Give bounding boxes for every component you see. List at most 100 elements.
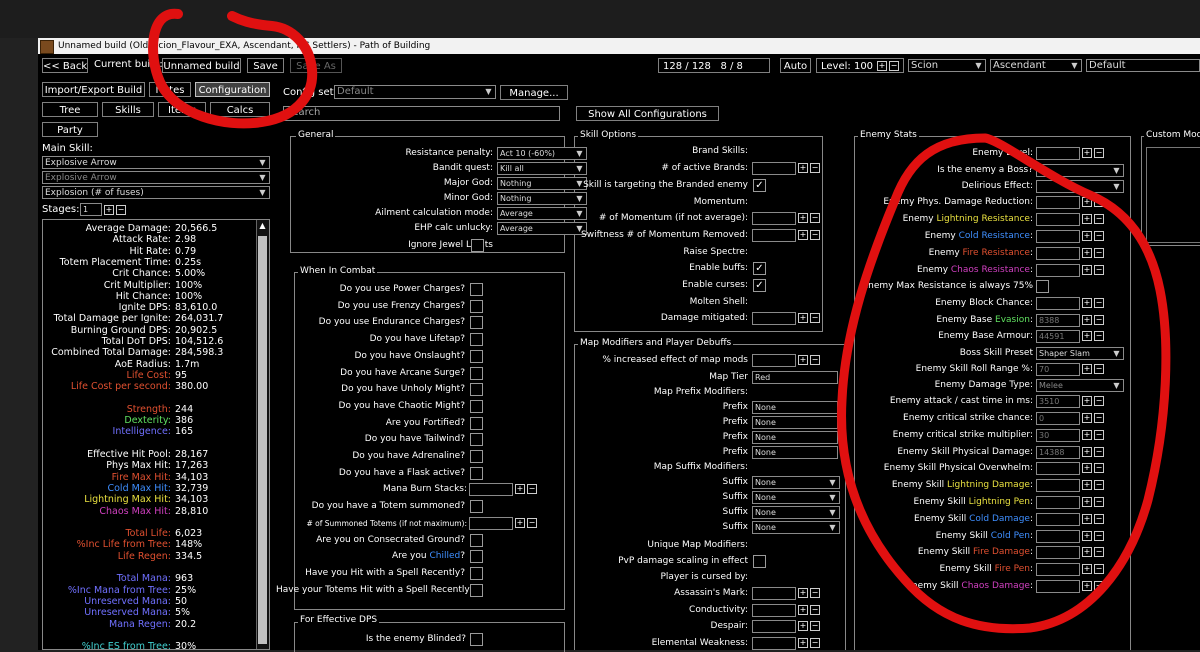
- sub-skill-dropdown[interactable]: Explosive Arrow ▼: [42, 171, 270, 184]
- party-button[interactable]: Party: [42, 122, 98, 137]
- main-skill-dropdown[interactable]: Explosive Arrow ▼: [42, 156, 270, 169]
- general-major_god-dropdown[interactable]: Nothing ▼: [497, 177, 587, 190]
- combat-item-9-checkbox[interactable]: [470, 433, 483, 447]
- curse-assassins_mark-minus-button[interactable]: −: [810, 588, 820, 598]
- enemy-attack-time-input[interactable]: 3510: [1036, 395, 1080, 408]
- curse-elemental_weakness-minus-button[interactable]: −: [810, 638, 820, 648]
- enemy-phys-dr-input[interactable]: [1036, 196, 1080, 209]
- enemy-cold-dmg-plus-button[interactable]: +: [1082, 514, 1092, 524]
- enemy-level-plus-button[interactable]: +: [1082, 148, 1092, 158]
- enemy-cold-res-minus-button[interactable]: −: [1094, 231, 1104, 241]
- combat-item-14-input[interactable]: [469, 516, 513, 530]
- enemy-crit-chance-input[interactable]: 0: [1036, 412, 1080, 425]
- combat-item-12-minus-button[interactable]: −: [527, 484, 537, 495]
- points-display[interactable]: 128 / 128 8 / 8: [658, 58, 770, 73]
- skill-option-damage_mitigated-plus-button[interactable]: +: [798, 313, 808, 323]
- enemy-block-input[interactable]: [1036, 297, 1080, 310]
- enemy-base-evasion-minus-button[interactable]: −: [1094, 315, 1104, 325]
- curse-assassins_mark-plus-button[interactable]: +: [798, 588, 808, 598]
- enemy-base-evasion-plus-button[interactable]: +: [1082, 315, 1092, 325]
- general-bandit_quest-dropdown[interactable]: Kill all ▼: [497, 162, 587, 175]
- combat-item-3-checkbox[interactable]: [470, 333, 483, 347]
- enemy-lightning-res-minus-button[interactable]: −: [1094, 214, 1104, 224]
- combat-item-2-checkbox[interactable]: [470, 316, 483, 330]
- auto-level-button[interactable]: Auto: [780, 58, 811, 73]
- enemy-attack-time-plus-button[interactable]: +: [1082, 396, 1092, 406]
- config-set-dropdown-top[interactable]: Default: [1086, 59, 1200, 72]
- stats-scrollbar[interactable]: ▲: [256, 220, 269, 649]
- combat-item-7-checkbox[interactable]: [470, 399, 483, 413]
- enemy-chaos-dmg-input[interactable]: [1036, 580, 1080, 593]
- combat-item-14-plus-button[interactable]: +: [515, 517, 525, 528]
- config-set-dropdown[interactable]: Default ▼: [334, 85, 496, 99]
- enemy-crit-chance-plus-button[interactable]: +: [1082, 413, 1092, 423]
- enemy-fire-pen-plus-button[interactable]: +: [1082, 564, 1092, 574]
- map-increased-effect-input[interactable]: [752, 354, 796, 367]
- map-prefix-3-field[interactable]: None: [752, 446, 838, 459]
- enemy-cold-res-plus-button[interactable]: +: [1082, 231, 1092, 241]
- enemy-block-plus-button[interactable]: +: [1082, 298, 1092, 308]
- map-prefix-0-field[interactable]: None: [752, 401, 838, 414]
- save-button[interactable]: Save: [247, 58, 284, 73]
- skill-option-damage_mitigated-input[interactable]: [752, 312, 796, 325]
- combat-item-12-plus-button[interactable]: +: [515, 484, 525, 495]
- enemy-phys-damage-minus-button[interactable]: −: [1094, 447, 1104, 457]
- skill-option-swiftness-plus-button[interactable]: +: [798, 230, 808, 240]
- enemy-block-minus-button[interactable]: −: [1094, 298, 1104, 308]
- combat-item-8-checkbox[interactable]: [470, 416, 483, 430]
- curse-despair-plus-button[interactable]: +: [798, 621, 808, 631]
- enemy-base-armour-plus-button[interactable]: +: [1082, 331, 1092, 341]
- combat-item-5-checkbox[interactable]: [470, 366, 483, 380]
- enemy-phys-overwhelm-input[interactable]: [1036, 462, 1080, 475]
- map-increased-effect-minus-button[interactable]: −: [810, 355, 820, 365]
- enemy-cold-dmg-minus-button[interactable]: −: [1094, 514, 1104, 524]
- enemy-cold-pen-minus-button[interactable]: −: [1094, 531, 1104, 541]
- enemy-roll-range-plus-button[interactable]: +: [1082, 364, 1092, 374]
- curse-elemental_weakness-plus-button[interactable]: +: [798, 638, 808, 648]
- enemy-lightning-dmg-input[interactable]: [1036, 479, 1080, 492]
- enemy-phys-damage-plus-button[interactable]: +: [1082, 447, 1092, 457]
- manage-button[interactable]: Manage...: [500, 85, 568, 100]
- combat-item-4-checkbox[interactable]: [470, 349, 483, 363]
- enemy-blinded-checkbox[interactable]: [470, 633, 483, 646]
- enemy-lightning-dmg-plus-button[interactable]: +: [1082, 480, 1092, 490]
- stages-plus-button[interactable]: +: [104, 205, 114, 215]
- skills-button[interactable]: Skills: [102, 102, 154, 117]
- skill-mode-dropdown[interactable]: Explosion (# of fuses) ▼: [42, 186, 270, 199]
- skill-option-swiftness-input[interactable]: [752, 229, 796, 242]
- curse-conductivity-minus-button[interactable]: −: [810, 605, 820, 615]
- items-button[interactable]: Items: [158, 102, 206, 117]
- general-resistance_penalty-dropdown[interactable]: Act 10 (-60%) ▼: [497, 147, 587, 160]
- enemy-delirious-dropdown[interactable]: ▼: [1036, 180, 1124, 193]
- enemy-fire-res-input[interactable]: [1036, 247, 1080, 260]
- custom-modifiers-input[interactable]: [1146, 147, 1200, 243]
- enemy-fire-pen-minus-button[interactable]: −: [1094, 564, 1104, 574]
- enemy-chaos-dmg-plus-button[interactable]: +: [1082, 581, 1092, 591]
- combat-item-13-checkbox[interactable]: [470, 500, 483, 514]
- notes-button[interactable]: Notes: [149, 82, 191, 97]
- pvp-scaling-checkbox[interactable]: [753, 555, 766, 568]
- combat-item-14-minus-button[interactable]: −: [527, 517, 537, 528]
- combat-item-16-checkbox[interactable]: [470, 550, 483, 564]
- enemy-crit-chance-minus-button[interactable]: −: [1094, 413, 1104, 423]
- map-suffix-3-dropdown[interactable]: None ▼: [752, 521, 840, 534]
- skill-option-momentum_count-plus-button[interactable]: +: [798, 213, 808, 223]
- enemy-level-minus-button[interactable]: −: [1094, 148, 1104, 158]
- combat-item-0-checkbox[interactable]: [470, 283, 483, 296]
- enemy-roll-range-input[interactable]: 70: [1036, 363, 1080, 376]
- enemy-crit-multi-minus-button[interactable]: −: [1094, 430, 1104, 440]
- enemy-damage-type-dropdown[interactable]: Melee ▼: [1036, 379, 1124, 392]
- enemy-roll-range-minus-button[interactable]: −: [1094, 364, 1104, 374]
- curse-assassins_mark-input[interactable]: [752, 587, 796, 600]
- ascendancy-dropdown[interactable]: Ascendant ▼: [990, 59, 1082, 72]
- combat-item-1-checkbox[interactable]: [470, 299, 483, 313]
- general-minor_god-dropdown[interactable]: Nothing ▼: [497, 192, 587, 205]
- enemy-level-input[interactable]: [1036, 147, 1080, 160]
- enemy-lightning-res-input[interactable]: [1036, 213, 1080, 226]
- scrollbar-thumb[interactable]: [258, 236, 267, 644]
- enemy-is-boss-dropdown[interactable]: No ▼: [1036, 164, 1124, 177]
- skill-option-enable_curses-checkbox[interactable]: ✓: [753, 279, 766, 292]
- level-plus-button[interactable]: +: [877, 61, 887, 71]
- combat-item-18-checkbox[interactable]: [470, 583, 483, 597]
- enemy-chaos-res-minus-button[interactable]: −: [1094, 265, 1104, 275]
